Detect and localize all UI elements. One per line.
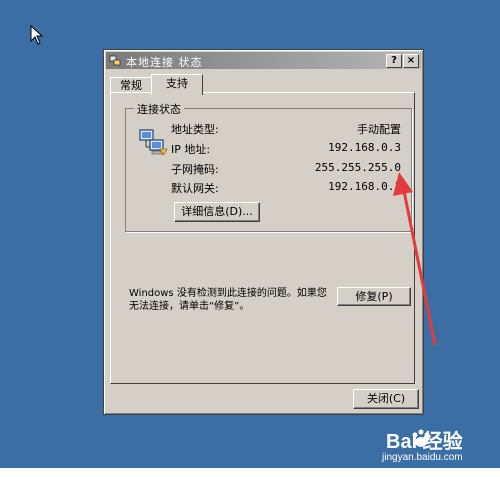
address-type-label: 地址类型: [171, 123, 219, 136]
address-type-value: 手动配置 [357, 123, 401, 136]
annotation-arrow [393, 172, 437, 346]
watermark-url: jingyan.baidu.com [382, 452, 463, 463]
default-gateway-label: 默认网关: [171, 182, 219, 195]
support-tab-panel: 连接状态 地址类型: 手动配置 IP 地址: 192.168.0.3 子网掩码:… [110, 92, 415, 384]
watermark-brand: Bai 经验 [386, 431, 463, 453]
details-button[interactable]: 详细信息(D)... [174, 202, 260, 222]
connection-status-group: 连接状态 地址类型: 手动配置 IP 地址: 192.168.0.3 子网掩码:… [125, 101, 412, 232]
group-title: 连接状态 [134, 101, 184, 117]
help-button[interactable]: ? [386, 54, 402, 68]
tab-support[interactable]: 支持 [151, 74, 203, 95]
mouse-cursor-icon [30, 25, 44, 45]
repair-message: Windows 没有检测到此连接的问题。如果您无法连接，请单击“修复”。 [129, 288, 327, 312]
baidu-watermark: Bai 经验 jingyan.baidu.com [370, 425, 500, 465]
tab-general[interactable]: 常规 [110, 77, 152, 93]
close-window-button[interactable]: × [403, 54, 419, 68]
bottom-strip [0, 468, 500, 477]
network-connection-icon [109, 55, 121, 66]
ip-address-value: 192.168.0.3 [328, 141, 401, 154]
subnet-mask-label: 子网掩码: [171, 163, 219, 176]
ip-address-label: IP 地址: [171, 143, 211, 156]
close-button[interactable]: 关闭(C) [353, 389, 419, 409]
window-title: 本地连接 状态 [126, 56, 203, 69]
title-bar[interactable]: 本地连接 状态 ? × [106, 52, 421, 69]
connection-status-dialog: 本地连接 状态 ? × 常规 支持 连接状态 地址类型: 手动配置 IP 地址:… [103, 49, 424, 415]
network-computers-icon [139, 129, 168, 156]
